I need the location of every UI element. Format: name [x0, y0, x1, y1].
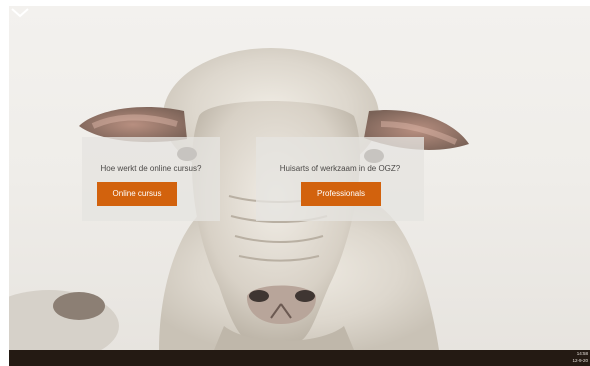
course-question: Hoe werkt de online cursus?	[100, 164, 202, 173]
course-info-card: Hoe werkt de online cursus? Online cursu…	[82, 137, 220, 221]
hero-banner: Hoe werkt de online cursus? Online cursu…	[9, 6, 590, 350]
professionals-button[interactable]: Professionals	[301, 182, 381, 206]
system-clock[interactable]: 14:58 12-9-20	[572, 351, 588, 364]
clock-date: 12-9-20	[572, 357, 588, 363]
chevron-down-icon[interactable]	[9, 6, 31, 20]
professionals-question: Huisarts of werkzaam in de OGZ?	[279, 164, 401, 173]
online-course-button[interactable]: Online cursus	[97, 182, 177, 206]
taskbar: 14:58 12-9-20	[9, 350, 590, 366]
professionals-card: Huisarts of werkzaam in de OGZ? Professi…	[256, 137, 424, 221]
